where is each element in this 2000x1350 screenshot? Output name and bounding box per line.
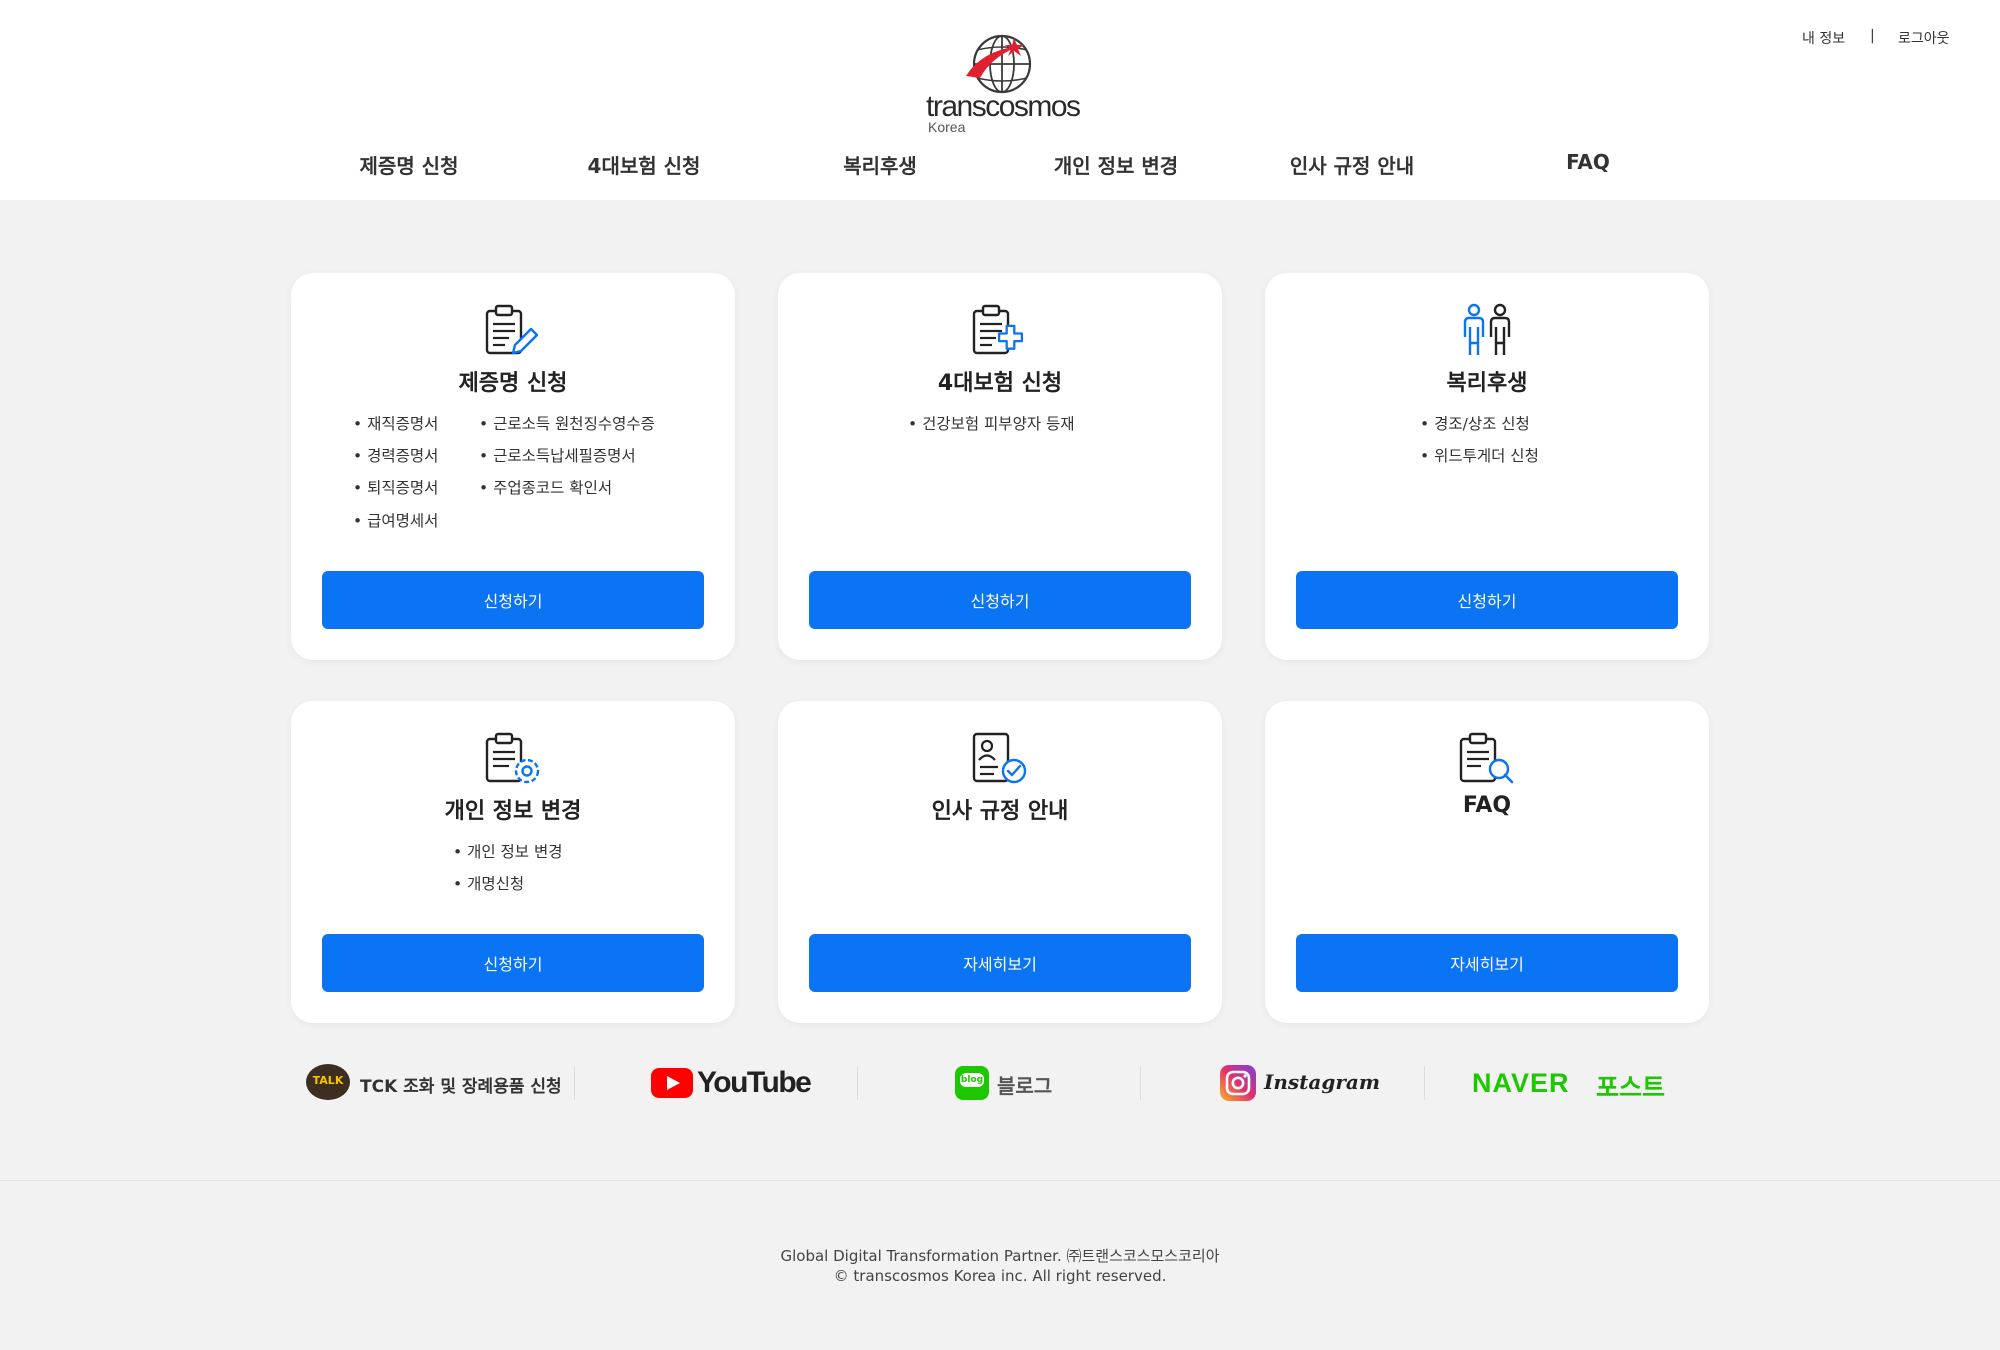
blog-link[interactable]: blog 블로그 <box>953 1060 1073 1108</box>
footer-copyright: © transcosmos Korea inc. All right reser… <box>833 1267 1167 1285</box>
kakao-badge-text: TALK <box>312 1074 344 1087</box>
list-item: 경력증명서 <box>353 444 438 466</box>
nav-welfare[interactable]: 복리후생 <box>780 150 980 179</box>
list-item: 근로소득납세필증명서 <box>479 444 636 466</box>
list-item: 퇴직증명서 <box>353 476 438 498</box>
footer-tagline: Global Digital Transformation Partner. ㈜… <box>780 1247 1220 1265</box>
instagram-wordmark: Instagram <box>1264 1070 1380 1094</box>
clipboard-search-icon <box>1459 732 1514 784</box>
blog-label: 블로그 <box>997 1074 1053 1098</box>
clipboard-pen-icon <box>485 304 539 355</box>
divider <box>1140 1066 1141 1100</box>
list-item: 위드투게더 신청 <box>1420 444 1539 466</box>
kakao-talk-link[interactable]: TALK TCK 조화 및 장례용품 신청 <box>304 1060 564 1108</box>
nav-personal-info[interactable]: 개인 정보 변경 <box>1016 150 1216 179</box>
list-item: 급여명세서 <box>353 509 438 531</box>
list-item: 근로소득 원천징수영수증 <box>479 412 655 434</box>
divider <box>574 1066 575 1100</box>
naver-post-link[interactable]: NAVER 포스트 <box>1472 1060 1672 1108</box>
naver-logo: NAVER <box>1472 1068 1570 1098</box>
logo-subtitle: Korea <box>928 119 966 135</box>
youtube-wordmark: YouTube <box>697 1066 812 1099</box>
instagram-link[interactable]: Instagram <box>1218 1060 1380 1108</box>
kakao-label: TCK 조화 및 장례용품 신청 <box>360 1077 562 1097</box>
card-title: 개인 정보 변경 <box>444 799 582 824</box>
card-hr-rules: 인사 규정 안내 자세히보기 <box>778 701 1222 1023</box>
view-hr-rules-button[interactable]: 자세히보기 <box>809 934 1191 992</box>
transcosmos-logo[interactable]: transcosmos Korea <box>922 30 1082 135</box>
util-separator: | <box>1870 28 1875 44</box>
nav-certificate[interactable]: 제증명 신청 <box>309 150 509 179</box>
site-header: transcosmos Korea 내 정보 | 로그아웃 제증명 신청 4대보… <box>0 0 2000 200</box>
list-item: 재직증명서 <box>353 412 438 434</box>
instagram-icon <box>1220 1065 1256 1101</box>
clipboard-gear-icon <box>485 732 540 784</box>
apply-welfare-button[interactable]: 신청하기 <box>1296 571 1678 629</box>
apply-personal-info-button[interactable]: 신청하기 <box>322 934 704 992</box>
divider <box>857 1066 858 1100</box>
logout-link[interactable]: 로그아웃 <box>1898 28 1950 48</box>
card-title: 인사 규정 안내 <box>931 799 1069 824</box>
nav-hr-rules[interactable]: 인사 규정 안내 <box>1252 150 1452 179</box>
card-certificate: 제증명 신청 재직증명서 경력증명서 퇴직증명서 급여명세서 근로소득 원천징수… <box>291 273 735 660</box>
divider <box>1424 1066 1425 1100</box>
apply-insurance-button[interactable]: 신청하기 <box>809 571 1191 629</box>
card-personal-info: 개인 정보 변경 개인 정보 변경 개명신청 신청하기 <box>291 701 735 1023</box>
youtube-link[interactable]: YouTube <box>651 1060 812 1108</box>
id-check-icon <box>972 732 1027 784</box>
naver-post-label: 포스트 <box>1596 1073 1666 1102</box>
list-item: 개인 정보 변경 <box>453 840 562 862</box>
card-insurance: 4대보험 신청 건강보험 피부양자 등재 신청하기 <box>778 273 1222 660</box>
card-title: FAQ <box>1462 793 1512 818</box>
list-item: 주업종코드 확인서 <box>479 476 612 498</box>
people-icon <box>1463 303 1511 355</box>
youtube-play-icon <box>651 1068 693 1098</box>
card-title: 복리후생 <box>1446 371 1528 396</box>
list-item: 개명신청 <box>453 872 524 894</box>
footer-divider <box>0 1180 2000 1181</box>
view-faq-button[interactable]: 자세히보기 <box>1296 934 1678 992</box>
card-faq: FAQ 자세히보기 <box>1265 701 1709 1023</box>
card-title: 제증명 신청 <box>458 371 568 396</box>
my-info-link[interactable]: 내 정보 <box>1802 28 1845 48</box>
nav-insurance[interactable]: 4대보험 신청 <box>544 150 744 179</box>
nav-faq[interactable]: FAQ <box>1488 150 1688 174</box>
card-welfare: 복리후생 경조/상조 신청 위드투게더 신청 신청하기 <box>1265 273 1709 660</box>
card-title: 4대보험 신청 <box>937 371 1063 396</box>
list-item: 경조/상조 신청 <box>1420 412 1530 434</box>
clipboard-plus-icon <box>972 304 1024 355</box>
apply-certificate-button[interactable]: 신청하기 <box>322 571 704 629</box>
list-item: 건강보험 피부양자 등재 <box>908 412 1074 434</box>
blog-badge: blog <box>960 1073 984 1087</box>
